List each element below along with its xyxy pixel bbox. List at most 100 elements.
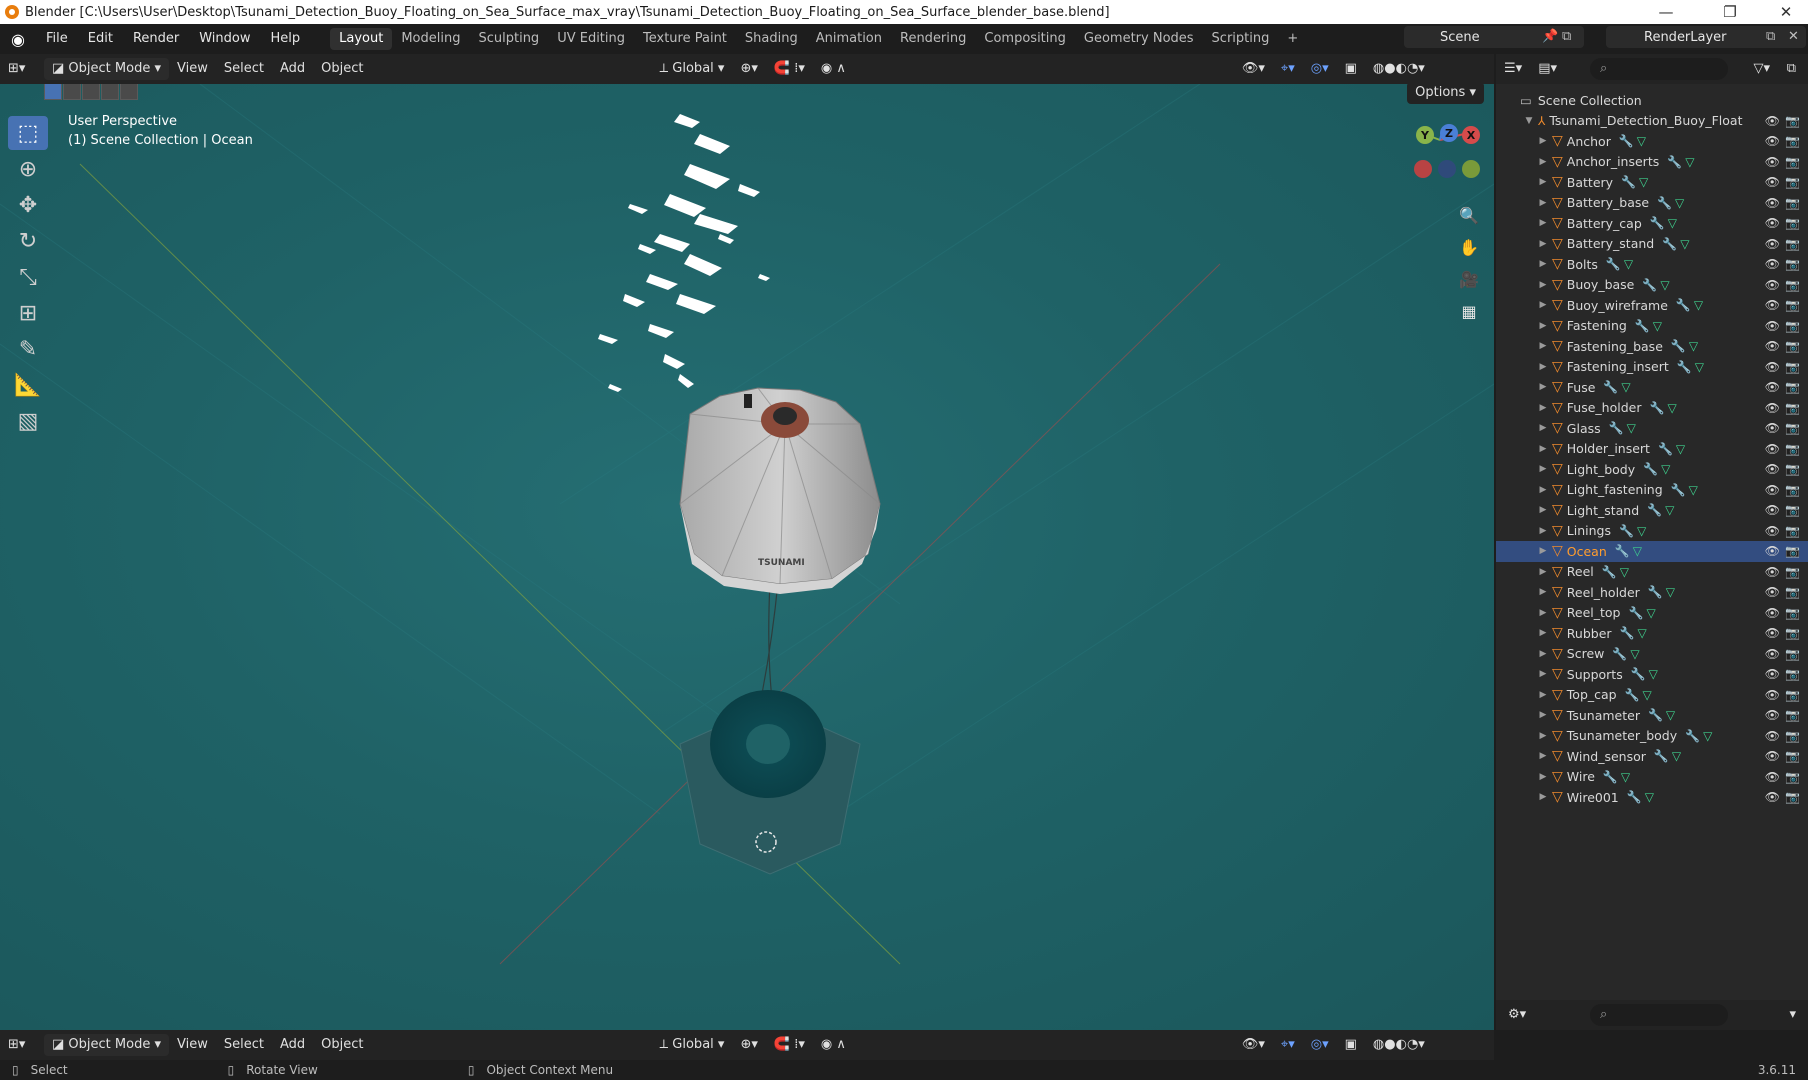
modifier-icon[interactable]: 🔧 [1609, 421, 1624, 435]
eye-icon[interactable]: 👁 [1765, 339, 1780, 353]
menu-window[interactable]: Window [189, 24, 260, 54]
eye-icon[interactable]: 👁 [1765, 421, 1780, 435]
expand-icon[interactable]: ▶ [1538, 608, 1548, 618]
expand-icon[interactable]: ▶ [1538, 526, 1548, 536]
expand-icon[interactable]: ▶ [1538, 669, 1548, 679]
mesh-data-icon[interactable]: ▽ [1627, 421, 1636, 435]
modifier-icon[interactable]: 🔧 [1631, 667, 1646, 681]
modifier-icon[interactable]: 🔧 [1625, 688, 1640, 702]
expand-icon[interactable]: ▶ [1538, 628, 1548, 638]
expand-icon[interactable]: ▶ [1538, 505, 1548, 515]
bottom-menu-add[interactable]: Add [272, 1034, 313, 1056]
outliner-row[interactable]: ▶ ▽ Anchor_inserts 🔧 ▽ 👁 📷 [1496, 152, 1808, 173]
outliner-row[interactable]: ▶ ▽ Glass 🔧 ▽ 👁 📷 [1496, 418, 1808, 439]
outliner-row[interactable]: ▶ ▽ Fuse_holder 🔧 ▽ 👁 📷 [1496, 398, 1808, 419]
shading-modes-icon[interactable]: ◍●◐◔▾ [1365, 58, 1433, 80]
visibility-icon[interactable]: 👁▾ [1234, 58, 1273, 80]
mesh-data-icon[interactable]: ▽ [1668, 216, 1677, 230]
modifier-icon[interactable]: 🔧 [1619, 134, 1634, 148]
eye-icon[interactable]: 👁 [1765, 667, 1780, 681]
eye-icon[interactable]: 👁 [1765, 606, 1780, 620]
modifier-icon[interactable]: 🔧 [1648, 708, 1663, 722]
mesh-data-icon[interactable]: ▽ [1630, 647, 1639, 661]
filter-icon[interactable]: ▽▾ [1745, 58, 1778, 80]
bottom-xray-icon[interactable]: ▣ [1337, 1034, 1365, 1056]
cursor-tool-icon[interactable]: ⊕ [8, 152, 48, 186]
camera-icon[interactable]: 📷 [1785, 298, 1800, 312]
gizmo-neg-x[interactable] [1414, 160, 1432, 178]
modifier-icon[interactable]: 🔧 [1671, 339, 1686, 353]
ortho-grid-icon[interactable]: ▦ [1454, 296, 1484, 326]
expand-icon[interactable]: ▶ [1538, 690, 1548, 700]
bottom-menu-select[interactable]: Select [216, 1034, 272, 1056]
pan-hand-icon[interactable]: ✋ [1454, 232, 1484, 262]
expand-icon[interactable]: ▶ [1538, 423, 1548, 433]
bottom-pivot-icon[interactable]: ⊕▾ [732, 1034, 765, 1056]
mode-dropdown[interactable]: ◪ Object Mode ▾ [44, 58, 169, 80]
bottom-orientation-dropdown[interactable]: ⟂ Global ▾ [651, 1034, 732, 1056]
outliner-row[interactable]: ▶ ▽ Wire 🔧 ▽ 👁 📷 [1496, 767, 1808, 788]
expand-icon[interactable]: ▶ [1538, 300, 1548, 310]
render-layer-field[interactable]: RenderLayer [1606, 26, 1806, 48]
modifier-icon[interactable]: 🔧 [1602, 565, 1617, 579]
mesh-data-icon[interactable]: ▽ [1689, 483, 1698, 497]
eye-icon[interactable]: 👁 [1765, 544, 1780, 558]
pin-icon[interactable]: 📌 [1542, 29, 1558, 44]
modifier-icon[interactable]: 🔧 [1658, 442, 1673, 456]
outliner-row[interactable]: ▶ ▽ Fastening 🔧 ▽ 👁 📷 [1496, 316, 1808, 337]
eye-icon[interactable]: 👁 [1765, 729, 1780, 743]
xray-icon[interactable]: ▣ [1337, 58, 1365, 80]
modifier-icon[interactable]: 🔧 [1671, 483, 1686, 497]
expand-icon[interactable]: ▶ [1538, 751, 1548, 761]
mesh-data-icon[interactable]: ▽ [1680, 237, 1689, 251]
eye-icon[interactable]: 👁 [1765, 708, 1780, 722]
eye-icon[interactable]: 👁 [1765, 462, 1780, 476]
outliner-row[interactable]: ▶ ▽ Bolts 🔧 ▽ 👁 📷 [1496, 254, 1808, 275]
select-new-button[interactable] [44, 84, 62, 100]
rotate-tool-icon[interactable]: ↻ [8, 224, 48, 258]
maximize-button[interactable]: ❐ [1708, 0, 1752, 24]
camera-icon[interactable]: 📷 [1785, 790, 1800, 804]
outliner-row[interactable]: ▶ ▽ Wire001 🔧 ▽ 👁 📷 [1496, 787, 1808, 808]
camera-icon[interactable]: 📷 [1785, 544, 1800, 558]
gizmo-z-axis[interactable]: Z [1440, 124, 1458, 142]
outliner-row[interactable]: ▶ ▽ Linings 🔧 ▽ 👁 📷 [1496, 521, 1808, 542]
outliner-row[interactable]: ▶ ▽ Tsunameter 🔧 ▽ 👁 📷 [1496, 705, 1808, 726]
expand-icon[interactable]: ▶ [1538, 710, 1548, 720]
eye-icon[interactable]: 👁 [1765, 503, 1780, 517]
display-mode-icon[interactable]: ▤▾ [1530, 58, 1565, 80]
buoy-model[interactable]: TSUNAMI [679, 387, 881, 594]
eye-icon[interactable]: 👁 [1765, 749, 1780, 763]
mesh-data-icon[interactable]: ▽ [1661, 462, 1670, 476]
move-tool-icon[interactable]: ✥ [8, 188, 48, 222]
mesh-data-icon[interactable]: ▽ [1685, 155, 1694, 169]
camera-icon[interactable]: 📷 [1785, 442, 1800, 456]
expand-icon[interactable]: ▶ [1538, 485, 1548, 495]
camera-icon[interactable]: 📷 [1785, 134, 1800, 148]
tab-scripting[interactable]: Scripting [1203, 28, 1279, 50]
menu-help[interactable]: Help [261, 24, 311, 54]
new-scene-icon[interactable]: ⧉ [1562, 29, 1571, 44]
mesh-data-icon[interactable]: ▽ [1667, 401, 1676, 415]
outliner-row[interactable]: ▶ ▽ Fuse 🔧 ▽ 👁 📷 [1496, 377, 1808, 398]
bottom-shading-icon[interactable]: ◍●◐◔▾ [1365, 1034, 1433, 1056]
mesh-data-icon[interactable]: ▽ [1637, 626, 1646, 640]
expand-icon[interactable]: ▶ [1538, 649, 1548, 659]
mesh-data-icon[interactable]: ▽ [1624, 257, 1633, 271]
mesh-data-icon[interactable]: ▽ [1694, 298, 1703, 312]
camera-view-icon[interactable]: 🎥 [1454, 264, 1484, 294]
mesh-data-icon[interactable]: ▽ [1621, 380, 1630, 394]
expand-icon[interactable]: ▶ [1538, 198, 1548, 208]
camera-icon[interactable]: 📷 [1785, 196, 1800, 210]
modifier-icon[interactable]: 🔧 [1603, 770, 1618, 784]
expand-icon[interactable]: ▶ [1538, 567, 1548, 577]
eye-icon[interactable]: 👁 [1765, 565, 1780, 579]
scene-collection-row[interactable]: ▭ Scene Collection [1496, 90, 1808, 111]
eye-icon[interactable]: 👁 [1765, 626, 1780, 640]
eye-icon[interactable]: 👁 [1765, 319, 1780, 333]
modifier-icon[interactable]: 🔧 [1606, 257, 1621, 271]
menu-object[interactable]: Object [313, 58, 371, 80]
eye-icon[interactable]: 👁 [1765, 647, 1780, 661]
mesh-data-icon[interactable]: ▽ [1676, 442, 1685, 456]
outliner-row[interactable]: ▶ ▽ Light_body 🔧 ▽ 👁 📷 [1496, 459, 1808, 480]
